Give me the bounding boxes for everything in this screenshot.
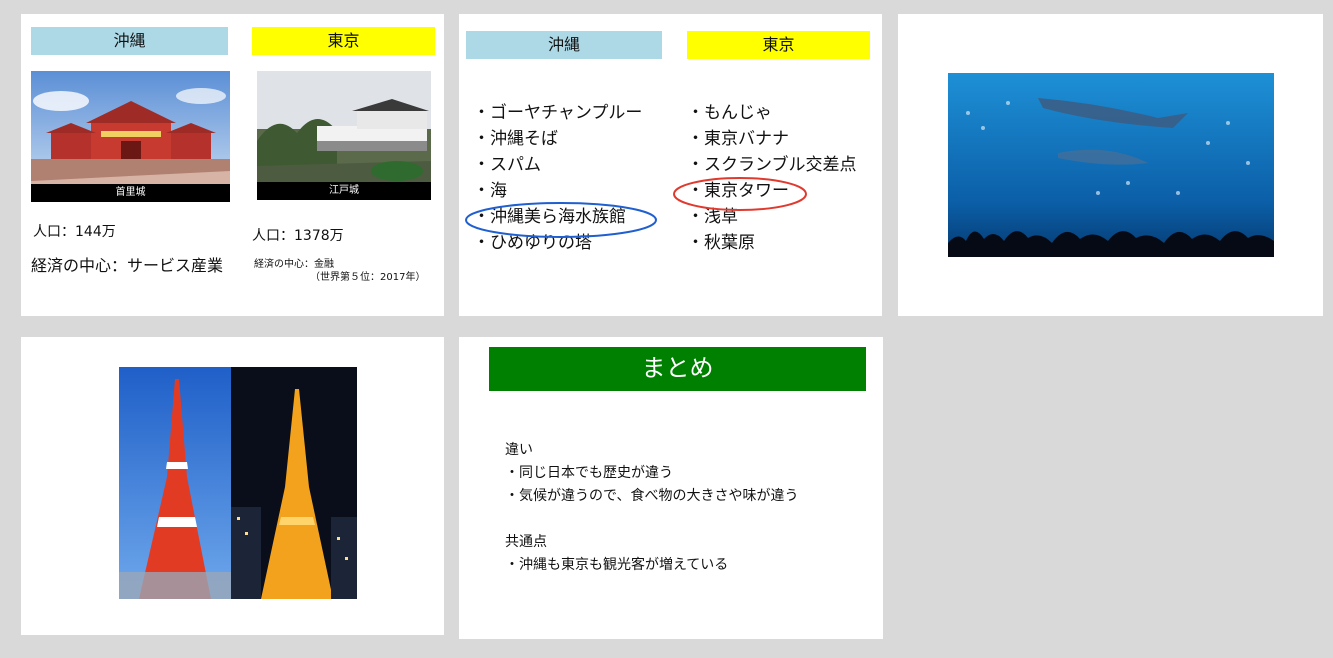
edo-castle-photo: 江戸城	[257, 71, 431, 200]
common-points-heading: 共通点	[505, 534, 547, 550]
slide-thumbnail-2[interactable]: 沖縄 東京 ・ゴーヤチャンプルー ・沖縄そば ・スパム ・海 ・沖縄美ら海水族館…	[459, 14, 882, 316]
shuri-castle-photo: 首里城	[31, 71, 230, 202]
slide-thumbnail-5[interactable]: まとめ 違い ・同じ日本でも歴史が違う ・気候が違うので、食べ物の大きさや味が違…	[459, 337, 883, 639]
tokyo-population: 人口：1378万	[252, 228, 344, 244]
slide-thumbnail-1[interactable]: 沖縄 東京 首里城 江戸城 人口：144万 経済の中心：サービス産業 人口：13…	[21, 14, 444, 316]
slide-thumbnail-3[interactable]	[898, 14, 1323, 316]
highlight-ink-circles	[465, 177, 807, 238]
tokyo-tower-ink-circle	[673, 177, 807, 211]
tokyo-header: 東京	[252, 27, 435, 55]
differences-heading: 違い	[505, 442, 533, 458]
slide-thumbnail-4[interactable]	[21, 337, 444, 635]
okinawa-population: 人口：144万	[33, 224, 116, 240]
tokyo-tower-photo	[119, 367, 357, 599]
aquarium-photo	[948, 73, 1274, 257]
tokyo-economy-line2: （世界第５位：2017年）	[310, 272, 426, 283]
edo-castle-caption: 江戸城	[257, 182, 431, 200]
difference-item: ・同じ日本でも歴史が違う	[505, 465, 673, 481]
aquarium-ink-circle	[465, 202, 657, 238]
okinawa-header: 沖縄	[31, 27, 228, 55]
okinawa-economy: 経済の中心：サービス産業	[31, 256, 224, 275]
shuri-castle-caption: 首里城	[31, 184, 230, 202]
difference-item: ・気候が違うので、食べ物の大きさや味が違う	[505, 488, 799, 504]
summary-title: まとめ	[489, 347, 866, 391]
common-point-item: ・沖縄も東京も観光客が増えている	[505, 557, 729, 573]
